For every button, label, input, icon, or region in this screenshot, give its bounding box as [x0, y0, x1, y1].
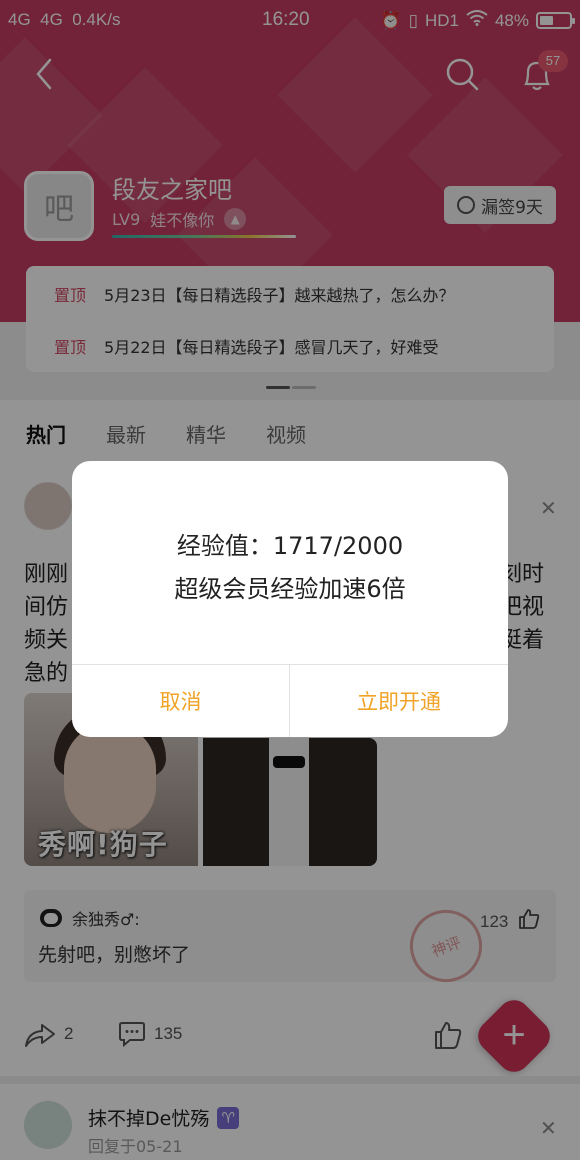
vip-dialog: 经验值：1717/2000 超级会员经验加速6倍 取消 立即开通	[72, 461, 508, 737]
cancel-button[interactable]: 取消	[72, 665, 289, 737]
forum-page: 4G 4G 0.4K/s 16:20 ⏰ ▯ HD1 48% 57 吧 段友之家…	[0, 0, 580, 1160]
vip-boost-text: 超级会员经验加速6倍	[174, 575, 406, 603]
experience-text: 经验值：1717/2000	[176, 532, 404, 560]
activate-vip-button[interactable]: 立即开通	[290, 665, 508, 737]
